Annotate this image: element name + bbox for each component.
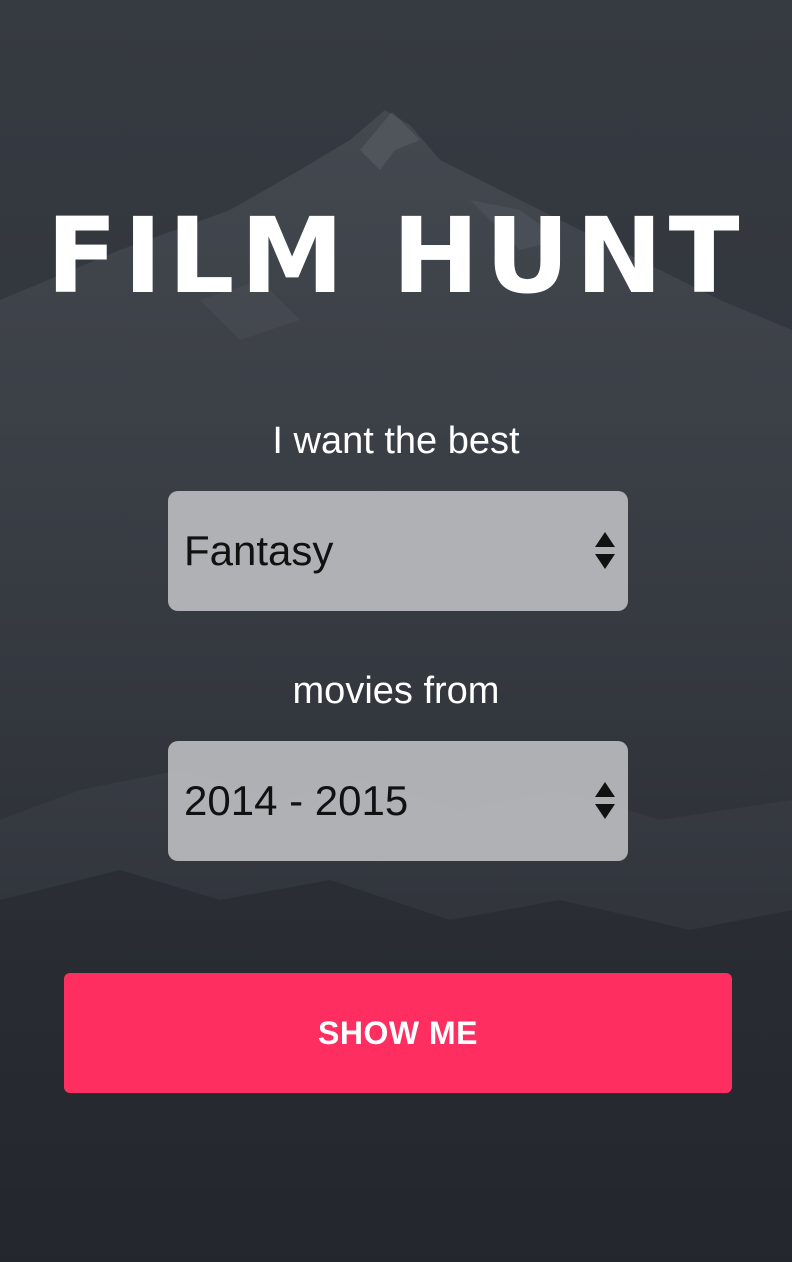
app-title: FILM HUNT — [46, 195, 746, 317]
genre-select[interactable]: Fantasy — [168, 491, 628, 611]
year-prompt-label: movies from — [292, 670, 500, 712]
year-range-select-value: 2014 - 2015 — [184, 777, 409, 824]
app-screen: FILM HUNT I want the best Fantasy movies… — [0, 0, 792, 1262]
up-down-arrows-icon — [595, 532, 615, 569]
show-me-button[interactable]: SHOW ME — [64, 973, 732, 1093]
genre-select-value: Fantasy — [184, 527, 334, 574]
genre-prompt-label: I want the best — [272, 420, 520, 462]
up-down-arrows-icon — [595, 782, 615, 819]
year-range-select[interactable]: 2014 - 2015 — [168, 741, 628, 861]
